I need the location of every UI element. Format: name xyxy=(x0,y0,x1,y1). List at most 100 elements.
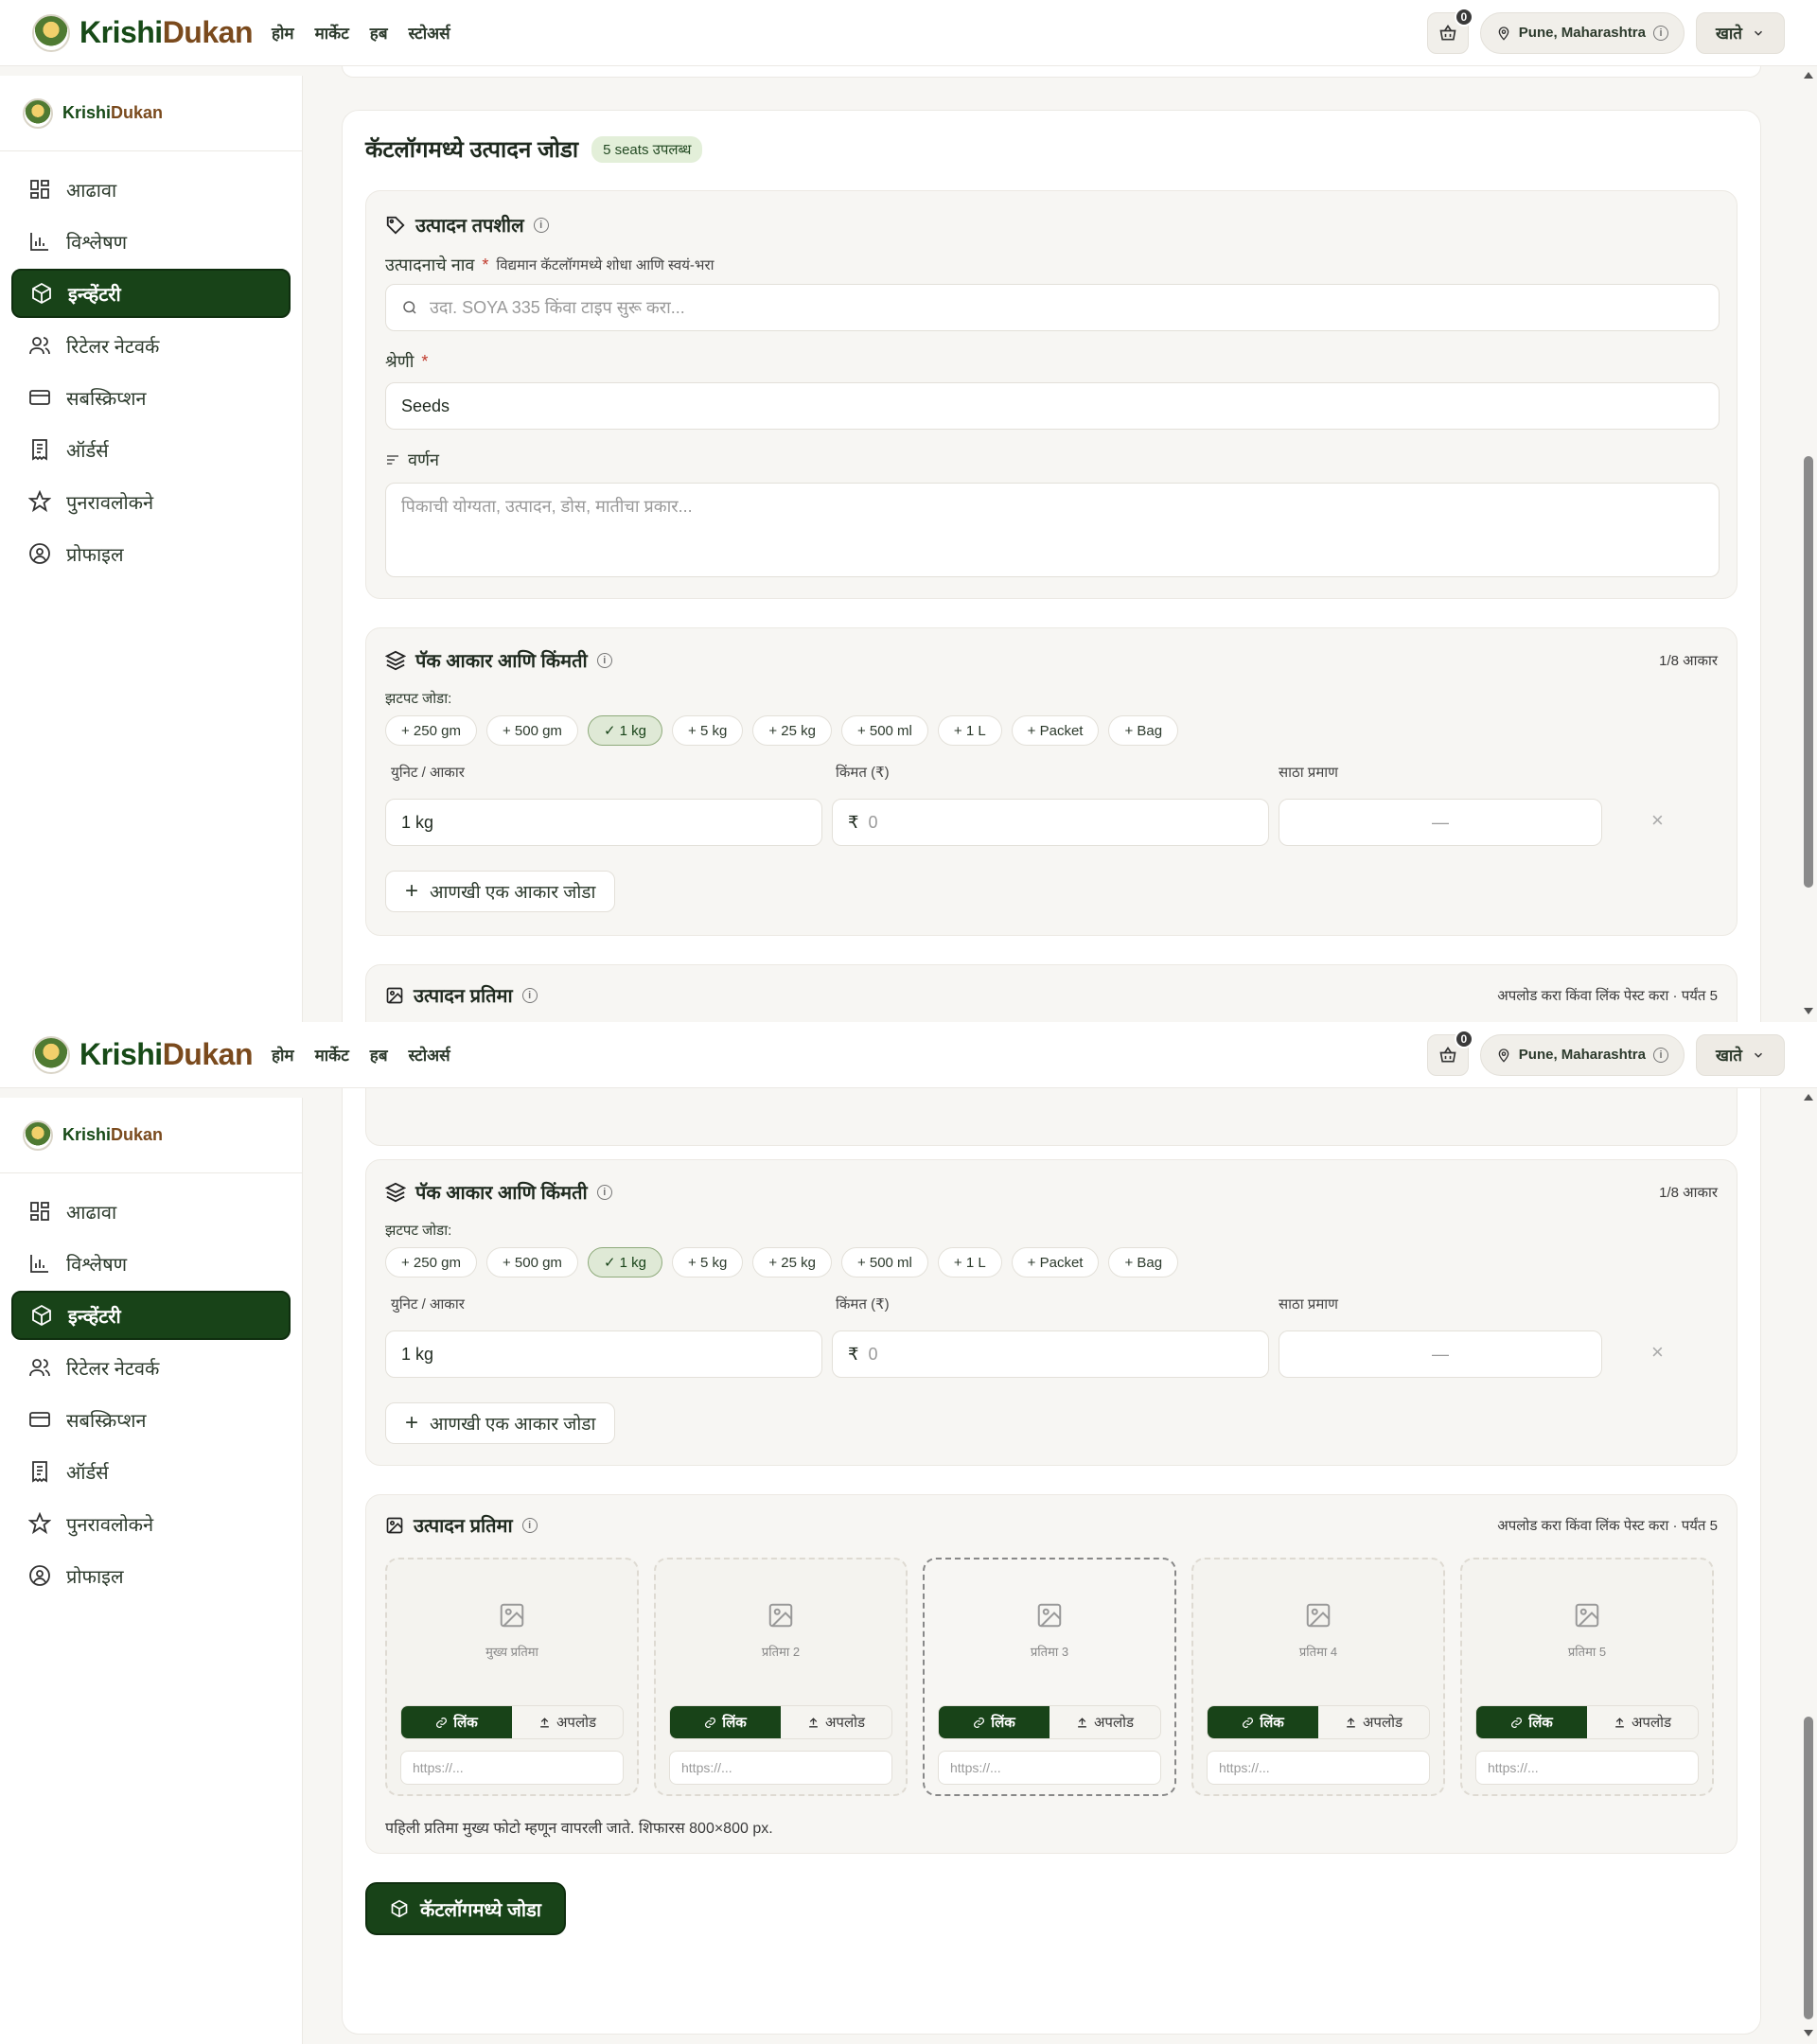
remove-size-button[interactable]: × xyxy=(1651,1340,1664,1365)
chip-250gm[interactable]: + 250 gm xyxy=(385,1247,477,1278)
sidebar-item-retailer-network[interactable]: रिटेलर नेटवर्क xyxy=(11,1343,291,1392)
upload-tab[interactable]: अपलोड xyxy=(1318,1706,1429,1738)
nav-home[interactable]: होम xyxy=(272,22,294,44)
sidebar-item-reviews[interactable]: पुनरावलोकने xyxy=(11,477,291,526)
info-icon: i xyxy=(521,1517,538,1533)
scroll-thumb[interactable] xyxy=(1804,456,1813,888)
image-url-input[interactable]: https://... xyxy=(669,1751,892,1785)
sidebar-item-profile[interactable]: प्रोफाइल xyxy=(11,529,291,578)
chip-1kg[interactable]: ✓ 1 kg xyxy=(587,715,663,746)
nav-stores[interactable]: स्टोअर्स xyxy=(409,22,450,44)
nav-market[interactable]: मार्केट xyxy=(315,1044,349,1066)
screenshot-bottom: KrishiDukan होम मार्केट हब स्टोअर्स 0 Pu… xyxy=(0,1022,1817,2044)
image-slot-4[interactable]: प्रतिमा 4 लिंक अपलोड https://... xyxy=(1191,1558,1445,1796)
chip-500gm[interactable]: + 500 gm xyxy=(485,715,578,746)
account-menu-button[interactable]: खाते xyxy=(1696,11,1785,54)
link-tab[interactable]: लिंक xyxy=(1208,1706,1318,1738)
sidebar-item-subscription[interactable]: सबस्क्रिप्शन xyxy=(11,373,291,422)
description-textarea[interactable]: पिकाची योग्यता, उत्पादन, डोस, मातीचा प्र… xyxy=(385,483,1720,577)
account-menu-button[interactable]: खाते xyxy=(1696,1033,1785,1076)
chip-5kg[interactable]: + 5 kg xyxy=(672,715,744,746)
location-selector[interactable]: Pune, Maharashtra i xyxy=(1479,11,1685,54)
chip-1l[interactable]: + 1 L xyxy=(937,715,1002,746)
scroll-down-icon[interactable] xyxy=(1804,1008,1813,1014)
stock-input[interactable]: — xyxy=(1279,1330,1602,1378)
chip-packet[interactable]: + Packet xyxy=(1011,1247,1100,1278)
upload-tab[interactable]: अपलोड xyxy=(512,1706,623,1738)
image-slot-3[interactable]: प्रतिमा 3 लिंक अपलोड https://... xyxy=(923,1558,1176,1796)
scroll-down-icon[interactable] xyxy=(1804,2030,1813,2036)
link-tab[interactable]: लिंक xyxy=(401,1706,512,1738)
brand-logo[interactable]: KrishiDukan xyxy=(32,13,253,52)
image-slot-5[interactable]: प्रतिमा 5 लिंक अपलोड https://... xyxy=(1460,1558,1714,1796)
sidebar-item-inventory[interactable]: इन्व्हेंटरी xyxy=(11,269,291,318)
sidebar-brand[interactable]: KrishiDukan xyxy=(0,76,302,151)
chip-bag[interactable]: + Bag xyxy=(1108,715,1179,746)
scroll-up-icon[interactable] xyxy=(1804,1094,1813,1101)
nav-hub[interactable]: हब xyxy=(370,1044,388,1066)
link-tab[interactable]: लिंक xyxy=(939,1706,1050,1738)
chip-bag[interactable]: + Bag xyxy=(1108,1247,1179,1278)
nav-market[interactable]: मार्केट xyxy=(315,22,349,44)
sidebar-brand[interactable]: KrishiDukan xyxy=(0,1098,302,1173)
sidebar-item-orders[interactable]: ऑर्डर्स xyxy=(11,425,291,474)
sidebar-item-orders[interactable]: ऑर्डर्स xyxy=(11,1447,291,1496)
cart-button[interactable]: 0 xyxy=(1426,1029,1473,1076)
info-icon: i xyxy=(596,652,612,668)
image-slot-main[interactable]: मुख्य प्रतिमा लिंक अपलोड https://... xyxy=(385,1558,639,1796)
image-url-input[interactable]: https://... xyxy=(400,1751,624,1785)
upload-tab[interactable]: अपलोड xyxy=(781,1706,891,1738)
chip-25kg[interactable]: + 25 kg xyxy=(752,715,832,746)
price-input[interactable]: ₹0 xyxy=(832,1330,1269,1378)
sidebar-item-overview[interactable]: आढावा xyxy=(11,1187,291,1236)
source-toggle: लिंक अपलोड xyxy=(938,1705,1161,1739)
scrollbar[interactable] xyxy=(1800,1088,1817,2044)
sidebar-item-subscription[interactable]: सबस्क्रिप्शन xyxy=(11,1395,291,1444)
add-to-catalog-button[interactable]: कॅटलॉगमध्ये जोडा xyxy=(365,1882,566,1935)
chip-1kg[interactable]: ✓ 1 kg xyxy=(587,1247,663,1278)
image-url-input[interactable]: https://... xyxy=(1475,1751,1699,1785)
seats-badge: 5 seats उपलब्ध xyxy=(591,135,703,163)
scroll-thumb[interactable] xyxy=(1804,1717,1813,2019)
remove-size-button[interactable]: × xyxy=(1651,808,1664,833)
unit-input[interactable]: 1 kg xyxy=(385,1330,822,1378)
scrollbar[interactable] xyxy=(1800,66,1817,1022)
category-select[interactable]: Seeds xyxy=(385,382,1720,430)
scroll-up-icon[interactable] xyxy=(1804,72,1813,79)
sidebar-item-profile[interactable]: प्रोफाइल xyxy=(11,1551,291,1600)
chip-500ml[interactable]: + 500 ml xyxy=(840,1247,928,1278)
chip-250gm[interactable]: + 250 gm xyxy=(385,715,477,746)
sidebar-item-overview[interactable]: आढावा xyxy=(11,165,291,214)
nav-home[interactable]: होम xyxy=(272,1044,294,1066)
sidebar-item-analytics[interactable]: विश्लेषण xyxy=(11,217,291,266)
price-input[interactable]: ₹0 xyxy=(832,799,1269,846)
image-url-input[interactable]: https://... xyxy=(938,1751,1161,1785)
image-slot-2[interactable]: प्रतिमा 2 लिंक अपलोड https://... xyxy=(654,1558,908,1796)
upload-tab[interactable]: अपलोड xyxy=(1050,1706,1160,1738)
slot-caption: प्रतिमा 3 xyxy=(1030,1645,1069,1659)
chip-25kg[interactable]: + 25 kg xyxy=(752,1247,832,1278)
chip-1l[interactable]: + 1 L xyxy=(937,1247,1002,1278)
chip-500gm[interactable]: + 500 gm xyxy=(485,1247,578,1278)
unit-input[interactable]: 1 kg xyxy=(385,799,822,846)
add-size-button[interactable]: + आणखी एक आकार जोडा xyxy=(385,871,616,912)
chip-5kg[interactable]: + 5 kg xyxy=(672,1247,744,1278)
image-url-input[interactable]: https://... xyxy=(1207,1751,1430,1785)
link-tab[interactable]: लिंक xyxy=(670,1706,781,1738)
chip-500ml[interactable]: + 500 ml xyxy=(840,715,928,746)
nav-stores[interactable]: स्टोअर्स xyxy=(409,1044,450,1066)
cart-button[interactable]: 0 xyxy=(1426,7,1473,54)
sidebar-item-inventory[interactable]: इन्व्हेंटरी xyxy=(11,1291,291,1340)
sidebar-item-reviews[interactable]: पुनरावलोकने xyxy=(11,1499,291,1548)
nav-hub[interactable]: हब xyxy=(370,22,388,44)
upload-tab[interactable]: अपलोड xyxy=(1587,1706,1698,1738)
sidebar-item-analytics[interactable]: विश्लेषण xyxy=(11,1239,291,1288)
location-selector[interactable]: Pune, Maharashtra i xyxy=(1479,1033,1685,1076)
brand-logo[interactable]: KrishiDukan xyxy=(32,1035,253,1074)
product-name-search-input[interactable]: उदा. SOYA 335 किंवा टाइप सुरू करा... xyxy=(385,284,1720,331)
chip-packet[interactable]: + Packet xyxy=(1011,715,1100,746)
add-size-button[interactable]: + आणखी एक आकार जोडा xyxy=(385,1402,616,1444)
link-tab[interactable]: लिंक xyxy=(1476,1706,1587,1738)
sidebar-item-retailer-network[interactable]: रिटेलर नेटवर्क xyxy=(11,321,291,370)
stock-input[interactable]: — xyxy=(1279,799,1602,846)
